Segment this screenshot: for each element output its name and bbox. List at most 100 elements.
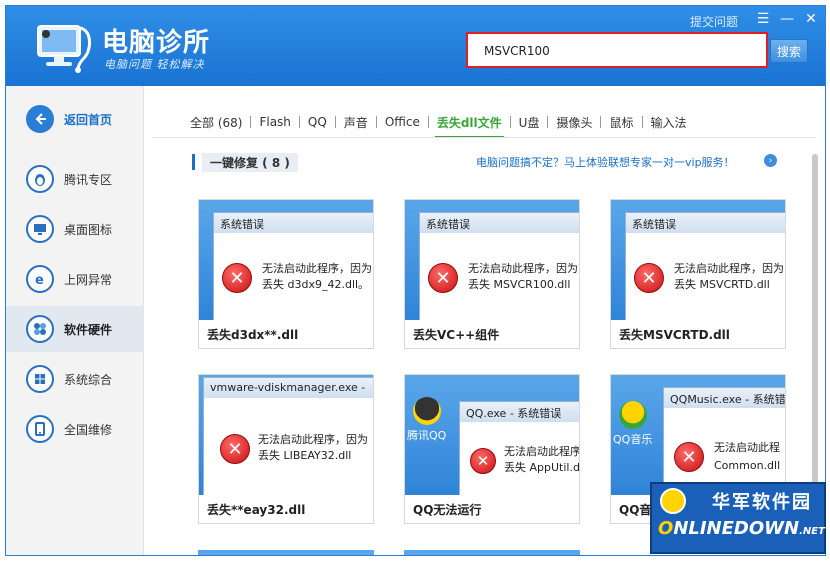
card-thumbnail: QQ音乐 QQMusic.exe - 系统错误 ✕ 无法启动此程 Common.… bbox=[611, 375, 785, 495]
error-icon: ✕ bbox=[674, 442, 704, 472]
error-icon: ✕ bbox=[220, 434, 250, 464]
tab-mouse[interactable]: 鼠标 bbox=[601, 110, 641, 134]
sidebar-item-label: 返回首页 bbox=[64, 112, 113, 127]
error-message: 丢失 LIBEAY32.dll bbox=[258, 449, 352, 462]
scrollbar[interactable] bbox=[812, 154, 818, 504]
error-message: 丢失 d3dx9_42.dll。 bbox=[262, 278, 370, 291]
tab-camera[interactable]: 摄像头 bbox=[548, 110, 600, 134]
watermark-bottom-text: ONLINEDOWN.NET bbox=[658, 518, 825, 539]
error-message: 无法启动此程序，因为 bbox=[262, 262, 372, 275]
watermark-top-text: 华军软件园 bbox=[712, 492, 812, 513]
stethoscope-monitor-icon bbox=[34, 20, 96, 74]
error-icon: ✕ bbox=[428, 263, 458, 293]
tab-missing-dll[interactable]: 丢失dll文件 bbox=[429, 110, 510, 138]
card-caption: 丢失d3dx**.dll bbox=[207, 328, 299, 342]
monitor-icon bbox=[26, 215, 54, 243]
minimize-icon[interactable]: — bbox=[778, 11, 796, 27]
fix-card-qq[interactable]: 腾讯QQ QQ.exe - 系统错误 ✕ 无法启动此程序 丢失 AppUtil.… bbox=[404, 374, 580, 524]
fix-card-msvcrtd[interactable]: 系统错误 ✕ 无法启动此程序，因为 丢失 MSVCRTD.dll 丢失MSVCR… bbox=[610, 199, 786, 349]
sidebar-item-desktop-icons[interactable]: 桌面图标 bbox=[6, 206, 144, 252]
dialog-title: 系统错误 bbox=[626, 213, 785, 233]
submit-question-link[interactable]: 提交问题 bbox=[690, 13, 738, 30]
error-message: 无法启动此程 bbox=[714, 441, 780, 454]
error-dialog: 系统错误 ✕ 无法启动此程序，因为 丢失 MSVCR100.dll bbox=[419, 212, 579, 320]
dialog-title: QQ.exe - 系统错误 bbox=[460, 402, 579, 422]
error-message: 无法启动此程序，因为 bbox=[468, 262, 578, 275]
error-icon: ✕ bbox=[634, 263, 664, 293]
tab-flash[interactable]: Flash bbox=[251, 110, 298, 134]
sidebar-item-home[interactable]: 返回首页 bbox=[6, 96, 144, 142]
card-thumbnail: 系统错误 ✕ 无法启动此程序，因为 丢失 d3dx9_42.dll。 bbox=[199, 200, 373, 320]
card-thumbnail: vmware-vdiskmanager.exe - ✕ 无法启动此程序，因为 丢… bbox=[199, 375, 373, 495]
sidebar-item-system[interactable]: 系统综合 bbox=[6, 356, 144, 402]
tab-input-method[interactable]: 输入法 bbox=[643, 110, 695, 134]
penguin-icon bbox=[26, 165, 54, 193]
penguin-icon bbox=[412, 397, 441, 425]
tab-sound[interactable]: 声音 bbox=[336, 110, 376, 134]
app-subtitle: 电脑问题 轻松解决 bbox=[104, 58, 205, 71]
desktop-icon-label: QQ音乐 bbox=[613, 433, 653, 446]
ie-browser-icon: e bbox=[26, 265, 54, 293]
windows-logo-icon bbox=[26, 365, 54, 393]
fix-card-vc-runtime[interactable]: 系统错误 ✕ 无法启动此程序，因为 丢失 MSVCR100.dll 丢失VC++… bbox=[404, 199, 580, 349]
sidebar-item-label: 全国维修 bbox=[64, 422, 113, 437]
card-caption: QQ无法运行 bbox=[413, 503, 482, 517]
site-watermark: 华军软件园 ONLINEDOWN.NET bbox=[650, 482, 826, 554]
tabs-divider bbox=[152, 137, 816, 138]
error-icon: ✕ bbox=[222, 263, 252, 293]
card-thumbnail: 腾讯QQ QQ.exe - 系统错误 ✕ 无法启动此程序 丢失 AppUtil.… bbox=[405, 375, 579, 495]
back-arrow-icon bbox=[26, 105, 54, 133]
menu-icon[interactable]: ☰ bbox=[754, 11, 772, 27]
sidebar-item-label: 桌面图标 bbox=[64, 222, 113, 237]
tab-all[interactable]: 全部 (68) bbox=[190, 110, 250, 134]
music-note-icon bbox=[618, 401, 647, 429]
error-dialog: 系统错误 ✕ 无法启动此程序，因为 丢失 d3dx9_42.dll。 bbox=[213, 212, 373, 320]
tab-usb-drive[interactable]: U盘 bbox=[511, 110, 548, 134]
error-dialog: QQMusic.exe - 系统错误 ✕ 无法启动此程 Common.dll bbox=[663, 387, 785, 495]
error-dialog: QQ.exe - 系统错误 ✕ 无法启动此程序 丢失 AppUtil.dll bbox=[459, 401, 579, 495]
sidebar-item-label: 上网异常 bbox=[64, 272, 113, 287]
search-input[interactable] bbox=[484, 40, 764, 62]
sidebar-item-repair[interactable]: 全国维修 bbox=[6, 406, 144, 452]
qq-music-desktop-shortcut: QQ音乐 bbox=[613, 401, 652, 447]
section-accent-bar bbox=[192, 154, 195, 170]
desktop-icon-label: 腾讯QQ bbox=[407, 429, 447, 442]
sidebar: 返回首页 腾讯专区 桌面图标 e 上网异常 软件硬件 系统综合 全国维修 bbox=[6, 86, 144, 555]
card-caption: 丢失VC++组件 bbox=[413, 328, 500, 342]
fix-card-d3dx[interactable]: 系统错误 ✕ 无法启动此程序，因为 丢失 d3dx9_42.dll。 丢失d3d… bbox=[198, 199, 374, 349]
error-message: Common.dll bbox=[714, 459, 781, 472]
dialog-title: QQMusic.exe - 系统错误 bbox=[664, 388, 785, 408]
vip-promo-link[interactable]: 电脑问题搞不定？马上体验联想专家一对一vip服务！ bbox=[476, 154, 735, 170]
sidebar-item-tencent[interactable]: 腾讯专区 bbox=[6, 156, 144, 202]
sidebar-item-label: 软件硬件 bbox=[64, 322, 113, 337]
error-message: 丢失 AppUtil.dll bbox=[504, 461, 579, 474]
section-title: 一键修复 ( 8 ) bbox=[202, 153, 298, 172]
card-row-peek bbox=[404, 550, 580, 555]
dialog-title: 系统错误 bbox=[214, 213, 373, 233]
error-message: 丢失 MSVCRTD.dll bbox=[674, 278, 770, 291]
dialog-title: vmware-vdiskmanager.exe - bbox=[204, 378, 373, 398]
puzzle-icon bbox=[26, 315, 54, 343]
error-message: 无法启动此程序 bbox=[504, 445, 579, 458]
card-thumbnail: 系统错误 ✕ 无法启动此程序，因为 丢失 MSVCR100.dll bbox=[405, 200, 579, 320]
error-message: 丢失 MSVCR100.dll bbox=[468, 278, 571, 291]
sidebar-item-internet[interactable]: e 上网异常 bbox=[6, 256, 144, 302]
sidebar-item-label: 腾讯专区 bbox=[64, 172, 113, 187]
card-caption: 丢失**eay32.dll bbox=[207, 503, 306, 517]
tab-office[interactable]: Office bbox=[377, 110, 428, 134]
tab-qq[interactable]: QQ bbox=[300, 110, 335, 134]
fix-card-libeay32[interactable]: vmware-vdiskmanager.exe - ✕ 无法启动此程序，因为 丢… bbox=[198, 374, 374, 524]
phone-icon bbox=[26, 415, 54, 443]
app-title: 电脑诊所 bbox=[102, 28, 211, 58]
qq-desktop-shortcut: 腾讯QQ bbox=[407, 397, 446, 443]
close-icon[interactable]: ✕ bbox=[802, 11, 820, 27]
app-window: 电脑诊所 电脑问题 轻松解决 提交问题 ☰ — ✕ 搜索 返回首页 腾讯专区 桌… bbox=[5, 5, 826, 556]
card-caption: QQ音 bbox=[619, 503, 652, 517]
error-message: 无法启动此程序，因为 bbox=[258, 433, 368, 446]
error-message: 无法启动此程序，因为 bbox=[674, 262, 784, 275]
sidebar-item-software-hardware[interactable]: 软件硬件 bbox=[6, 306, 144, 352]
arrow-right-icon[interactable]: › bbox=[764, 154, 777, 167]
card-thumbnail: 系统错误 ✕ 无法启动此程序，因为 丢失 MSVCRTD.dll bbox=[611, 200, 785, 320]
search-button[interactable]: 搜索 bbox=[770, 39, 808, 63]
category-tabs: 全部 (68) Flash QQ 声音 Office 丢失dll文件 U盘 摄像… bbox=[190, 110, 695, 138]
